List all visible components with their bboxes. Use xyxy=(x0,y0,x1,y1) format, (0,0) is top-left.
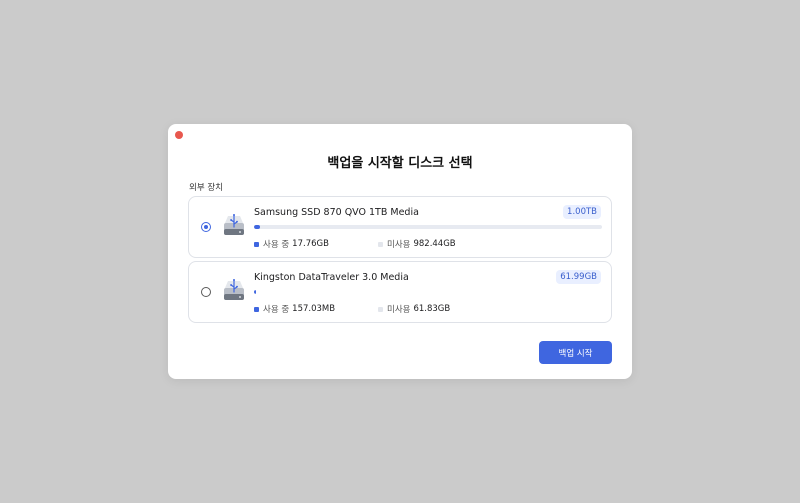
used-stat: 사용 중 17.76GB xyxy=(254,238,329,250)
used-value: 157.03MB xyxy=(292,304,336,314)
usage-bar xyxy=(254,225,602,229)
free-legend-icon xyxy=(378,241,383,247)
section-label-external: 외부 장치 xyxy=(189,183,223,193)
disk-radio-kingston[interactable] xyxy=(201,287,211,297)
disk-radio-samsung[interactable] xyxy=(201,222,211,232)
capacity-badge: 1.00TB xyxy=(563,205,601,219)
free-label: 미사용 xyxy=(387,240,411,250)
disk-card-kingston[interactable]: Kingston DataTraveler 3.0 Media 61.99GB … xyxy=(188,261,612,323)
disk-select-dialog: 백업을 시작할 디스크 선택 외부 장치 Samsung SSD 870 QVO… xyxy=(168,124,632,379)
disk-name: Samsung SSD 870 QVO 1TB Media xyxy=(254,207,419,218)
free-stat: 미사용 61.83GB xyxy=(378,303,450,315)
used-stat: 사용 중 157.03MB xyxy=(254,303,335,315)
start-backup-button[interactable]: 백업 시작 xyxy=(539,341,612,364)
close-dot-icon[interactable] xyxy=(175,131,183,139)
disk-name: Kingston DataTraveler 3.0 Media xyxy=(254,272,409,283)
used-legend-icon xyxy=(254,241,259,247)
used-label: 사용 중 xyxy=(263,240,290,250)
free-value: 61.83GB xyxy=(413,304,451,314)
used-legend-icon xyxy=(254,306,259,312)
dialog-title: 백업을 시작할 디스크 선택 xyxy=(327,156,473,171)
free-legend-icon xyxy=(378,306,383,312)
usb-drive-icon xyxy=(224,279,244,300)
usage-bar-fill xyxy=(254,225,261,229)
free-stat: 미사용 982.44GB xyxy=(378,238,456,250)
free-value: 982.44GB xyxy=(413,239,456,249)
free-label: 미사용 xyxy=(387,305,411,315)
usage-bar xyxy=(254,290,602,294)
disk-card-samsung[interactable]: Samsung SSD 870 QVO 1TB Media 1.00TB 사용 … xyxy=(188,196,612,258)
usage-bar-fill xyxy=(254,290,257,294)
capacity-badge: 61.99GB xyxy=(556,270,601,284)
usb-drive-icon xyxy=(224,214,244,235)
used-value: 17.76GB xyxy=(292,239,329,249)
used-label: 사용 중 xyxy=(263,305,290,315)
